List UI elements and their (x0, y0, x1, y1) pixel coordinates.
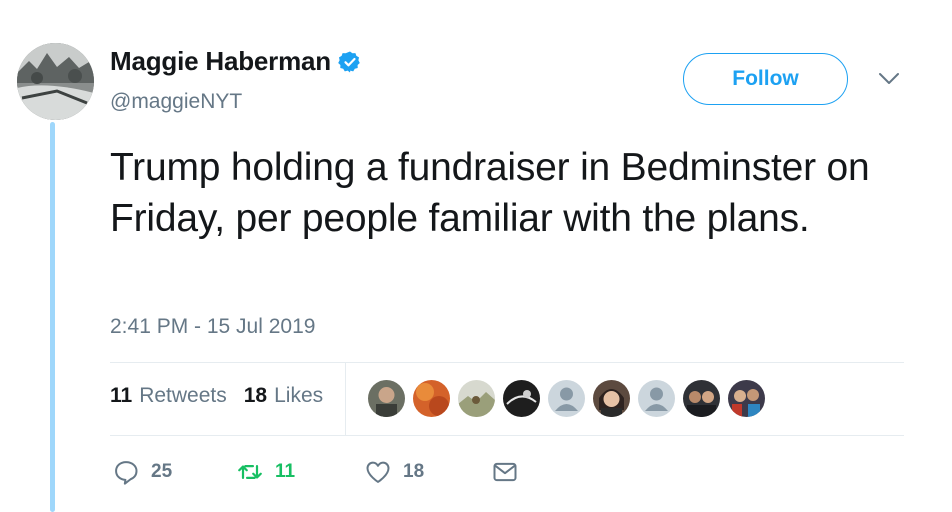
thread-line (50, 122, 55, 512)
liker-avatar[interactable] (728, 380, 765, 417)
author-handle[interactable]: @maggieNYT (110, 90, 242, 114)
tweet-text: Trump holding a fundraiser in Bedminster… (110, 146, 870, 240)
author-name[interactable]: Maggie Haberman (110, 46, 331, 77)
liker-avatar[interactable] (458, 380, 495, 417)
liker-avatar[interactable] (548, 380, 585, 417)
divider-bottom (110, 435, 904, 436)
likes-label[interactable]: Likes (274, 384, 323, 408)
author-name-row: Maggie Haberman (110, 46, 362, 77)
engagement-stats: 11 Retweets 18 Likes (110, 384, 340, 408)
avatar[interactable] (17, 43, 94, 120)
reply-count: 25 (151, 461, 173, 482)
verified-badge-icon (338, 51, 360, 72)
reply-icon (115, 461, 138, 485)
retweet-button[interactable]: 11 (236, 458, 364, 486)
reply-button[interactable]: 25 (112, 458, 236, 486)
divider-top (110, 362, 904, 363)
stats-separator (345, 363, 346, 436)
like-button[interactable]: 18 (364, 458, 491, 486)
liker-avatars (368, 380, 773, 417)
like-count: 18 (403, 461, 425, 482)
liker-avatar[interactable] (683, 380, 720, 417)
liker-avatar[interactable] (638, 380, 675, 417)
likes-count[interactable]: 18 (244, 384, 267, 408)
liker-avatar[interactable] (593, 380, 630, 417)
retweets-count[interactable]: 11 (110, 384, 132, 408)
direct-message-icon (493, 462, 517, 482)
chevron-down-icon[interactable] (878, 72, 900, 86)
retweet-count: 11 (275, 461, 296, 482)
retweet-icon (238, 465, 262, 479)
like-heart-icon (366, 461, 390, 483)
retweets-label[interactable]: Retweets (139, 384, 227, 408)
liker-avatar[interactable] (368, 380, 405, 417)
follow-button[interactable]: Follow (683, 53, 848, 105)
tweet-timestamp[interactable]: 2:41 PM - 15 Jul 2019 (110, 315, 315, 339)
liker-avatar[interactable] (413, 380, 450, 417)
direct-message-button[interactable] (491, 458, 519, 486)
tweet-actions: 25 11 18 (112, 458, 519, 486)
liker-avatar[interactable] (503, 380, 540, 417)
